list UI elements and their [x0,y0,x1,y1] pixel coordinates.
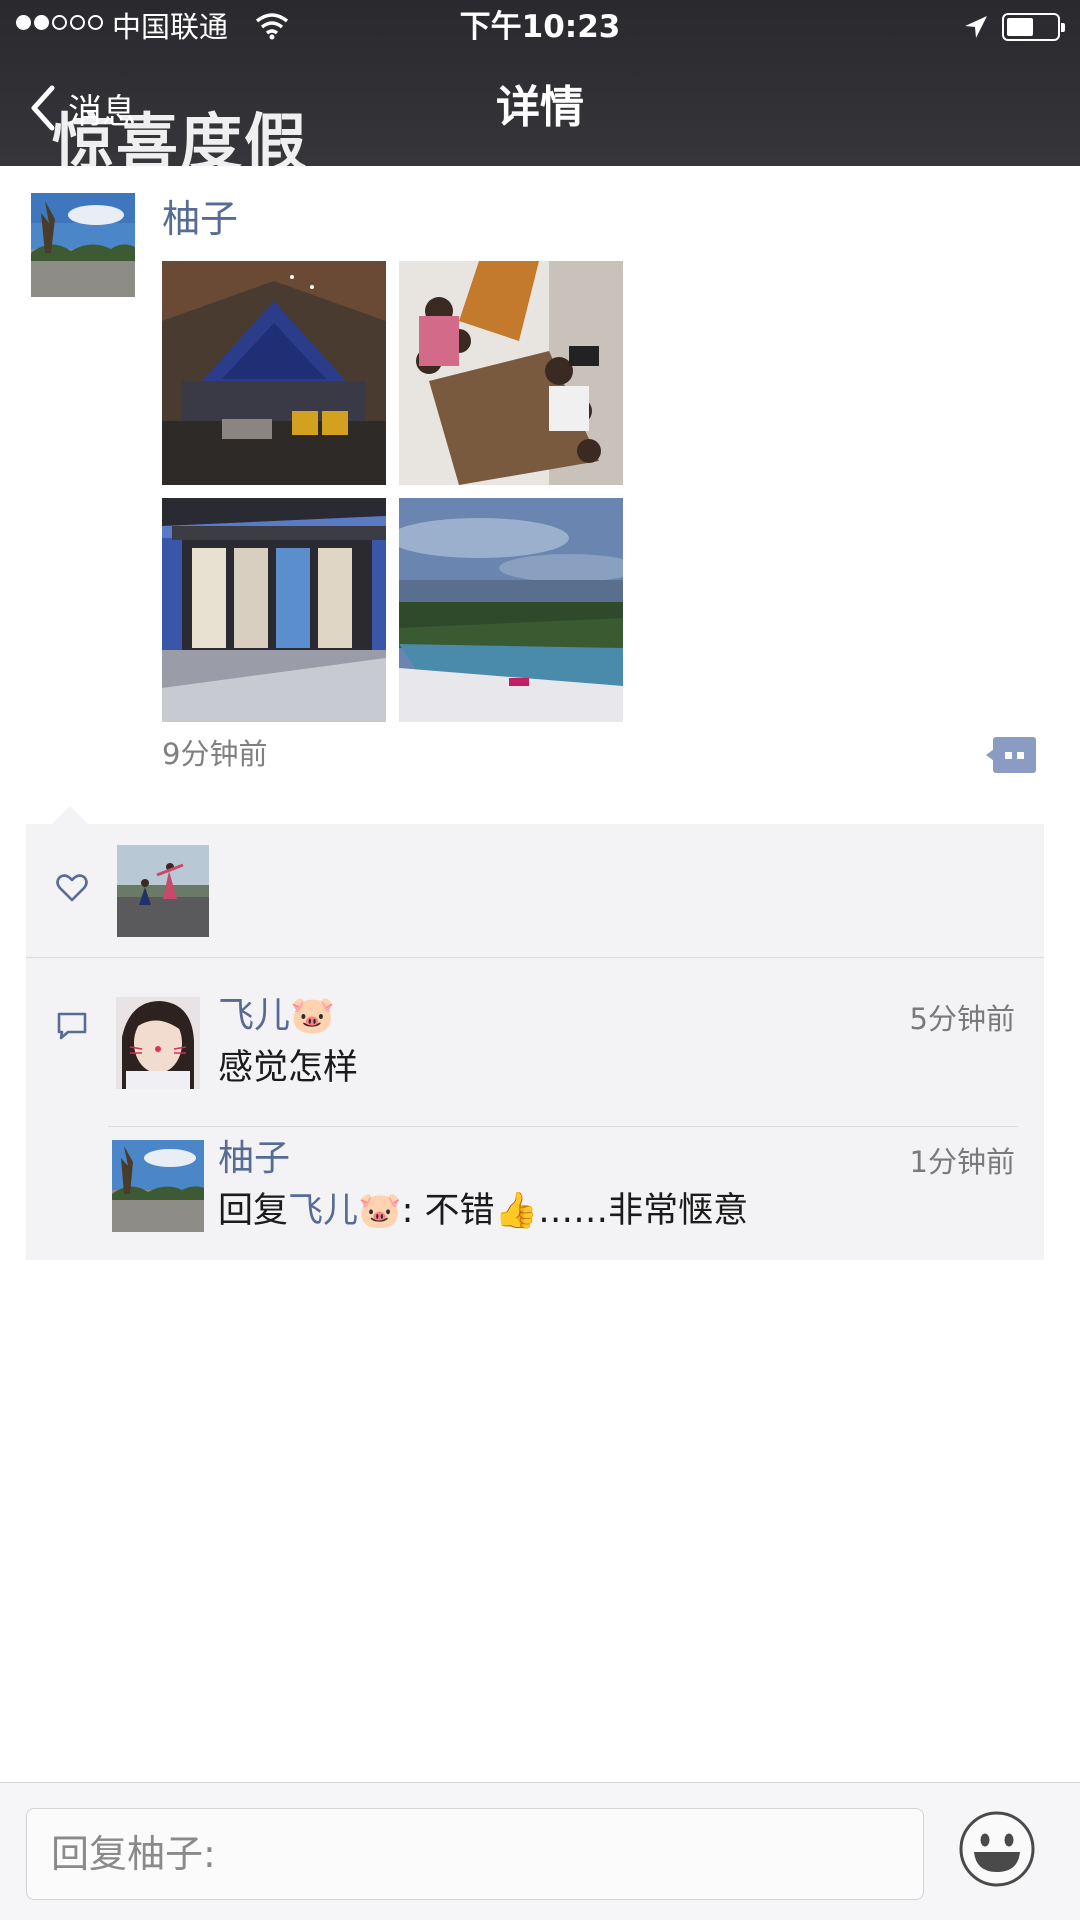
likes-divider [26,957,1044,958]
reply-text: : 不错👍……非常惬意 [401,1191,749,1231]
top-bar: 中国联通 下午10:23 消息 惊喜度假 详情 [0,0,1080,178]
location-arrow-icon [965,16,987,38]
comment-author[interactable]: 飞儿🐷 [218,993,335,1039]
emoji-button[interactable] [958,1810,1036,1888]
post-photo[interactable] [399,498,623,722]
reply-input[interactable] [26,1808,924,1900]
comment-author[interactable]: 柚子 [218,1136,290,1182]
comment-icon [57,1012,87,1040]
reply-bar [0,1782,1080,1920]
post-photo[interactable] [162,261,386,485]
commenter-avatar[interactable] [112,1140,204,1232]
comment-text[interactable]: 回复飞儿🐷: 不错👍……非常惬意 [218,1188,748,1234]
reply-prefix: 回复 [218,1191,289,1231]
heart-icon [56,874,88,902]
status-bar: 中国联通 下午10:23 [0,0,1080,54]
poster-avatar[interactable] [31,193,135,297]
comment-text[interactable]: 感觉怎样 [218,1045,358,1091]
battery-icon [1002,13,1065,41]
page-title: 详情 [496,82,584,133]
comment-divider [108,1126,1018,1127]
reply-to-name[interactable]: 飞儿🐷 [288,1191,402,1231]
status-time: 下午10:23 [459,9,621,45]
liker-avatar[interactable] [117,845,209,937]
poster-name[interactable]: 柚子 [162,194,238,244]
comment-box-pointer [52,806,88,824]
post-photo[interactable] [399,261,623,485]
comment-menu-button[interactable] [986,737,1036,773]
commenter-avatar[interactable] [116,997,200,1089]
post-photo[interactable] [162,498,386,722]
post-time: 9分钟前 [162,737,268,771]
comment-time: 1分钟前 [909,1145,1015,1179]
comment-time: 5分钟前 [909,1002,1015,1036]
